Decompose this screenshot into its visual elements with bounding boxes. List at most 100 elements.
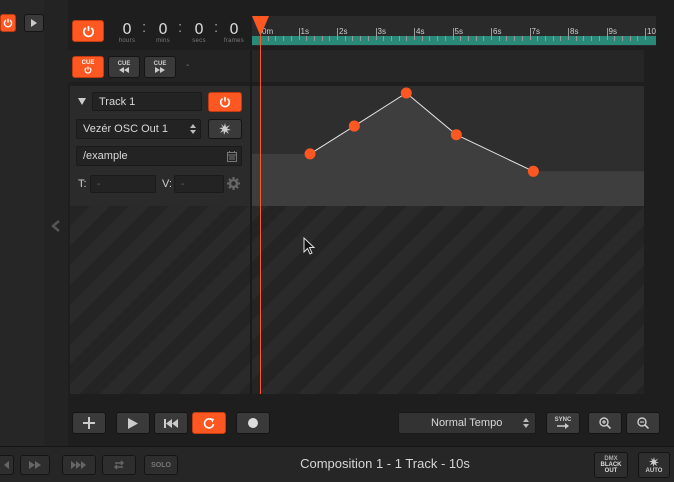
loop-icon	[114, 460, 124, 470]
ruler-minor-tick	[591, 36, 593, 41]
ruler-minor-tick	[283, 36, 285, 41]
ruler-minor-tick	[383, 36, 385, 41]
gear-icon[interactable]	[227, 177, 240, 190]
ruler-minor-tick	[506, 36, 508, 41]
ruler-minor-tick	[537, 36, 539, 41]
ruler-minor-tick	[406, 36, 408, 41]
cue-previous-button[interactable]: CUE	[108, 56, 140, 78]
ruler-tick	[375, 28, 377, 40]
ruler-minor-tick	[437, 36, 439, 41]
calendar-icon	[227, 150, 237, 162]
select-arrows-icon	[523, 418, 529, 428]
fast-forward-icon	[29, 461, 41, 469]
loop-button[interactable]	[192, 412, 226, 434]
ruler-tick	[606, 28, 608, 40]
power-icon	[219, 96, 231, 108]
status-rewind-button[interactable]	[0, 455, 14, 475]
ruler-minor-tick	[398, 36, 400, 41]
out-label: OUT	[604, 468, 618, 474]
empty-track-area[interactable]	[70, 206, 644, 394]
sync-button[interactable]: SYNC	[546, 412, 580, 434]
learn-button[interactable]	[208, 119, 242, 139]
solo-button[interactable]: SOLO	[144, 455, 178, 475]
panel-collapse-handle[interactable]	[44, 0, 68, 446]
keyframe-curve[interactable]	[252, 86, 644, 206]
rewind-icon	[4, 461, 9, 469]
zoom-out-button[interactable]	[626, 412, 660, 434]
ruler-minor-tick	[444, 36, 446, 41]
track-timeline[interactable]	[252, 86, 644, 206]
rewind-icon	[119, 67, 129, 73]
timecode-secs[interactable]: 0	[188, 20, 210, 38]
status-loop-button[interactable]	[102, 455, 136, 475]
zoom-in-icon	[599, 417, 611, 429]
add-track-button[interactable]	[72, 412, 106, 434]
ruler-minor-tick	[275, 36, 277, 41]
ruler-tick	[491, 28, 492, 40]
app-window: 0 : 0 : 0 : 0 hours mins secs frames 0m 1…	[0, 0, 674, 482]
play-button[interactable]	[116, 412, 150, 434]
keyframe-point[interactable]	[304, 148, 316, 160]
cue-power-button[interactable]: CUE	[72, 56, 104, 78]
ruler-tick-label: 10	[647, 27, 656, 36]
ruler-tick	[298, 28, 300, 40]
ruler-minor-tick	[598, 36, 600, 41]
ruler-minor-tick	[306, 36, 308, 41]
track-power-button[interactable]	[208, 92, 242, 112]
playhead-line	[260, 34, 261, 394]
output-select[interactable]: Vezér OSC Out 1	[76, 119, 201, 139]
ruler-minor-tick	[367, 36, 369, 41]
value-field[interactable]: -	[174, 175, 224, 193]
record-icon	[248, 418, 258, 428]
ruler-minor-tick	[614, 36, 616, 41]
collapse-triangle-icon[interactable]	[78, 98, 86, 105]
power-icon	[84, 66, 92, 74]
dmx-blackout-button[interactable]: DMX BLACK OUT	[594, 452, 628, 478]
return-to-start-button[interactable]	[154, 412, 188, 434]
composition-power-button[interactable]	[72, 20, 104, 42]
composition-info: Composition 1 - 1 Track - 10s	[300, 456, 470, 471]
auto-button[interactable]: AUTO	[638, 452, 670, 478]
keyframe-point[interactable]	[450, 129, 462, 141]
status-triple-forward-button[interactable]	[62, 455, 96, 475]
ruler-minor-tick	[583, 36, 585, 41]
keyframe-point[interactable]	[527, 165, 539, 177]
record-button[interactable]	[236, 412, 270, 434]
ruler-minor-tick	[467, 36, 469, 41]
keyframe-point[interactable]	[400, 87, 412, 99]
bottom-toolbar: Normal Tempo SYNC	[68, 408, 662, 438]
timecode-mins[interactable]: 0	[152, 20, 174, 38]
mouse-cursor-icon	[303, 237, 315, 255]
left-play-button[interactable]	[24, 14, 44, 32]
auto-label: AUTO	[645, 467, 663, 474]
ruler-tick-label: 8s	[570, 27, 579, 36]
cue-controls: CUE CUE CUE -	[68, 50, 252, 82]
ruler-tick-label: 2s	[339, 27, 348, 36]
cue-next-button[interactable]: CUE	[144, 56, 176, 78]
status-forward-button[interactable]	[20, 455, 50, 475]
plus-icon	[83, 417, 95, 429]
ruler-tick	[645, 28, 646, 40]
timecode-separator: :	[214, 19, 219, 36]
timecode-separator: :	[178, 19, 183, 36]
timecode-frames[interactable]: 0	[223, 20, 245, 38]
zoom-in-button[interactable]	[588, 412, 622, 434]
ruler-tick	[337, 28, 338, 40]
osc-address-field[interactable]: /example	[76, 146, 242, 166]
left-power-button[interactable]	[0, 14, 16, 32]
ruler-minor-tick	[429, 36, 431, 41]
cue-name: -	[186, 60, 190, 71]
ruler-ticks: 0m 1s 2s 3s 4s 5s 6s 7s 8s 9s 10	[252, 16, 656, 46]
tempo-select[interactable]: Normal Tempo	[398, 412, 536, 434]
power-icon	[82, 25, 94, 37]
cue-lane[interactable]	[252, 50, 644, 82]
type-field[interactable]: -	[90, 175, 156, 193]
keyframe-point[interactable]	[348, 120, 360, 132]
ruler-minor-tick	[460, 36, 462, 41]
ruler-tick-label: 3s	[377, 27, 386, 36]
track-name-field[interactable]: Track 1	[92, 92, 202, 111]
playhead-marker-icon[interactable]	[252, 16, 269, 36]
zoom-out-icon	[637, 417, 649, 429]
timecode-hours[interactable]: 0	[116, 20, 138, 38]
type-label: T:	[78, 178, 87, 190]
